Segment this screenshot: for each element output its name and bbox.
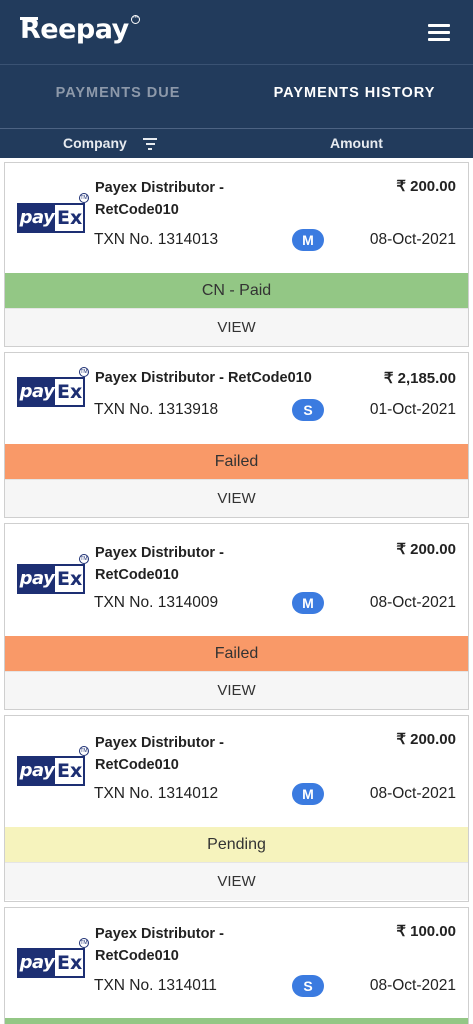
filter-icon[interactable]	[143, 138, 157, 150]
payment-card: pay Ex TM Payex Distributor - RetCode010 ₹…	[4, 162, 469, 347]
view-button[interactable]: VIEW	[5, 479, 468, 517]
payment-card: pay Ex TM Payex Distributor - RetCode010 …	[4, 352, 469, 518]
payment-card: pay Ex TM Payex Distributor - RetCode010 ₹…	[4, 907, 469, 1024]
company-name: Payex Distributor - RetCode010	[95, 370, 312, 386]
reepay-logo: Reepay ™	[20, 14, 140, 45]
payment-card: pay Ex TM Payex Distributor - RetCode010 ₹…	[4, 523, 469, 710]
company-name: Payex Distributor - RetCode010	[95, 545, 224, 583]
column-amount-label: Amount	[330, 135, 383, 151]
payex-logo: pay Ex TM	[13, 193, 93, 243]
txn-number: TXN No. 1314009	[94, 594, 219, 611]
status-badge: CN - Paid	[5, 273, 468, 308]
payment-amount: ₹ 200.00	[396, 541, 456, 558]
payex-logo: pay Ex TM	[13, 367, 93, 417]
payment-date: 08-Oct-2021	[369, 977, 456, 994]
payment-mode-badge: S	[292, 399, 324, 421]
payment-amount: ₹ 2,185.00	[383, 370, 456, 387]
txn-number: TXN No. 1314012	[94, 785, 219, 802]
view-button[interactable]: VIEW	[5, 671, 468, 709]
payex-logo: pay Ex TM	[13, 938, 93, 988]
payment-date: 08-Oct-2021	[369, 785, 456, 802]
payment-mode-badge: M	[292, 592, 324, 614]
status-badge: Failed	[5, 636, 468, 671]
txn-number: TXN No. 1314013	[94, 231, 219, 248]
payment-date: 08-Oct-2021	[369, 594, 456, 611]
txn-number: TXN No. 1314011	[94, 977, 217, 994]
tab-bar: PAYMENTS DUE PAYMENTS HISTORY	[0, 64, 473, 128]
status-badge: Pending	[5, 827, 468, 862]
app-header: Reepay ™	[0, 0, 473, 64]
payex-logo: pay Ex TM	[13, 554, 93, 604]
payment-date: 08-Oct-2021	[369, 231, 456, 248]
payment-date: 01-Oct-2021	[369, 401, 456, 418]
company-name: Payex Distributor - RetCode010	[95, 926, 224, 964]
view-button[interactable]: VIEW	[5, 862, 468, 900]
column-company-label: Company	[63, 135, 127, 151]
payment-mode-badge: M	[292, 783, 324, 805]
payment-card: pay Ex TM Payex Distributor - RetCode010 ₹…	[4, 715, 469, 902]
company-name: Payex Distributor - RetCode010	[95, 735, 224, 773]
tab-payments-history[interactable]: PAYMENTS HISTORY	[236, 65, 473, 128]
status-badge: Failed	[5, 444, 468, 479]
status-badge	[5, 1018, 468, 1024]
payment-amount: ₹ 200.00	[396, 178, 456, 195]
txn-number: TXN No. 1313918	[94, 401, 219, 418]
payment-amount: ₹ 100.00	[396, 923, 456, 940]
column-header: Company Amount	[0, 128, 473, 158]
hamburger-menu-icon[interactable]	[428, 24, 452, 42]
tab-payments-due[interactable]: PAYMENTS DUE	[0, 65, 236, 128]
payment-amount: ₹ 200.00	[396, 731, 456, 748]
payment-mode-badge: M	[292, 229, 324, 251]
view-button[interactable]: VIEW	[5, 308, 468, 346]
payment-mode-badge: S	[292, 975, 324, 997]
payex-logo: pay Ex TM	[13, 746, 93, 796]
company-name: Payex Distributor - RetCode010	[95, 180, 224, 218]
